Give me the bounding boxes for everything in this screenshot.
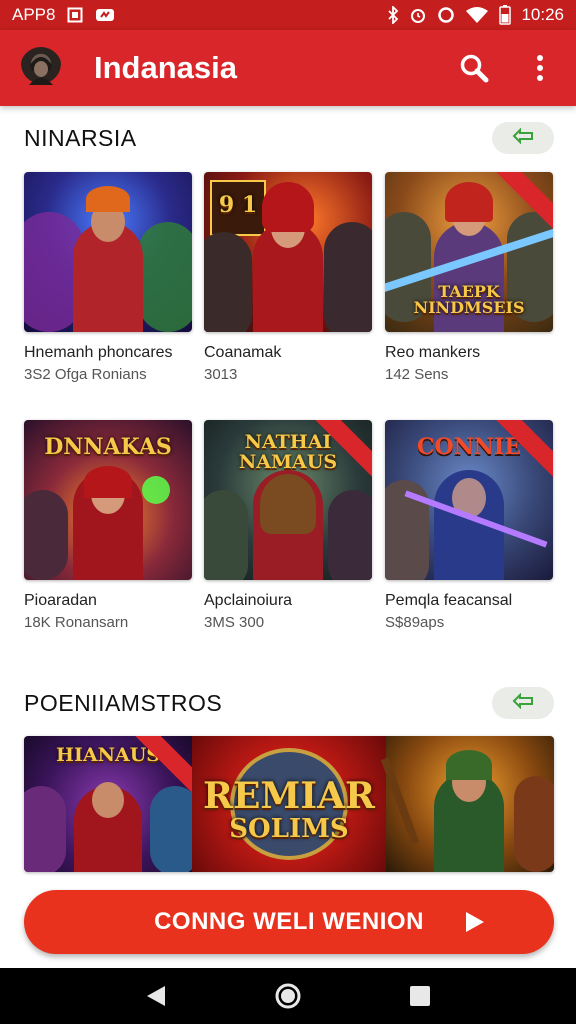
game-card[interactable]: DNNAKAS Pioaradan 18K Ronansarn bbox=[24, 420, 192, 631]
home-icon[interactable] bbox=[268, 976, 308, 1016]
featured-banner[interactable]: HIANAUS REMIAR SOLIMS bbox=[24, 736, 554, 872]
recents-icon[interactable] bbox=[400, 976, 440, 1016]
banner-title-line2: SOLIMS bbox=[229, 814, 349, 844]
game-card[interactable]: TAEPK NINDMSEIS Reo mankers 142 Sens bbox=[385, 172, 553, 383]
battery-icon bbox=[499, 5, 512, 25]
section-more-button[interactable] bbox=[492, 122, 554, 154]
game-card[interactable]: CONNIE Pemqla feacansal S$89aps bbox=[385, 420, 553, 631]
card-art-text: TAEPK NINDMSEIS bbox=[413, 282, 525, 317]
card-art-text: DNNAKAS bbox=[44, 434, 172, 460]
game-thumbnail: 9 1 bbox=[204, 172, 372, 332]
section-header-2: POENIIAMSTROS bbox=[24, 685, 554, 721]
card-title: Reo mankers bbox=[385, 344, 481, 361]
card-subtitle: 3013 bbox=[204, 366, 238, 383]
back-icon[interactable] bbox=[136, 976, 176, 1016]
section-more-button[interactable] bbox=[492, 687, 554, 719]
banner-right-art bbox=[380, 736, 554, 872]
status-time: 10:26 bbox=[521, 5, 564, 24]
play-arrow-icon bbox=[466, 912, 484, 932]
banner-title-line1: REMIAR bbox=[203, 775, 375, 817]
card-title: Pemqla feacansal bbox=[385, 592, 513, 609]
app-title: Indanasia bbox=[94, 50, 237, 85]
banner-center-art: REMIAR SOLIMS bbox=[192, 736, 386, 872]
avatar-icon[interactable] bbox=[20, 47, 62, 89]
cta-button[interactable]: CONNG WELI WENION bbox=[24, 890, 554, 954]
arrow-icon bbox=[512, 127, 534, 149]
game-thumbnail: CONNIE bbox=[385, 420, 553, 580]
card-title: Hnemanh phoncares bbox=[24, 344, 173, 361]
cloud-icon bbox=[95, 8, 115, 22]
section-title: POENIIAMSTROS bbox=[24, 689, 223, 716]
square-icon bbox=[67, 7, 83, 23]
card-title: Apclainoiura bbox=[204, 592, 293, 609]
card-title: Coanamak bbox=[204, 344, 282, 361]
game-thumbnail: DNNAKAS bbox=[24, 420, 192, 580]
circle-icon bbox=[437, 6, 455, 24]
wifi-icon bbox=[465, 6, 489, 24]
game-card[interactable]: NATHAI NAMAUS Apclainoiura 3MS 300 bbox=[204, 420, 372, 631]
banner-left-art: HIANAUS bbox=[24, 736, 208, 872]
system-nav-bar bbox=[0, 968, 576, 1024]
game-thumbnail: NATHAI NAMAUS bbox=[204, 420, 372, 580]
game-card[interactable]: 9 1 Coanamak 3013 bbox=[204, 172, 372, 383]
card-subtitle: S$89aps bbox=[385, 614, 445, 631]
game-thumbnail: TAEPK NINDMSEIS bbox=[385, 172, 553, 332]
cta-label: CONNG WELI WENION bbox=[154, 908, 424, 935]
alarm-icon bbox=[409, 6, 427, 24]
search-icon[interactable] bbox=[458, 52, 490, 84]
card-subtitle: 142 Sens bbox=[385, 366, 449, 383]
card-subtitle: 18K Ronansarn bbox=[24, 614, 129, 631]
bluetooth-icon bbox=[387, 6, 399, 24]
app-bar: Indanasia bbox=[0, 30, 576, 106]
status-app-label: APP8 bbox=[12, 5, 56, 24]
status-bar: APP8 10:26 bbox=[0, 0, 576, 30]
section-title: NINARSIA bbox=[24, 124, 137, 151]
more-vert-icon[interactable] bbox=[524, 52, 556, 84]
card-title: Pioaradan bbox=[24, 592, 97, 609]
game-thumbnail bbox=[24, 172, 192, 332]
card-subtitle: 3S2 Ofga Ronians bbox=[24, 366, 147, 383]
card-art-text: 9 1 bbox=[218, 192, 258, 218]
card-subtitle: 3MS 300 bbox=[204, 614, 265, 631]
game-card[interactable]: Hnemanh phoncares 3S2 Ofga Ronians bbox=[24, 172, 192, 383]
arrow-icon bbox=[512, 692, 534, 714]
section-header-1: NINARSIA bbox=[24, 120, 554, 156]
